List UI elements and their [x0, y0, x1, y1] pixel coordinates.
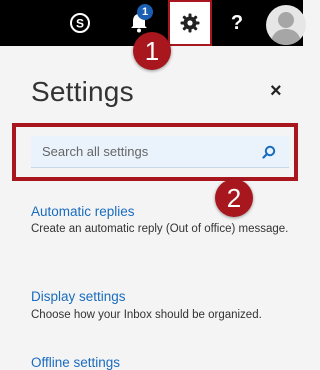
page-title: Settings	[31, 76, 134, 107]
skype-button[interactable]: S	[64, 0, 96, 46]
close-icon[interactable]: ×	[270, 80, 282, 103]
help-button[interactable]: ?	[222, 0, 252, 46]
search-input[interactable]: Search all settings	[31, 136, 289, 168]
settings-link-automatic-replies[interactable]: Automatic replies	[31, 204, 135, 219]
skype-icon: S	[70, 13, 90, 33]
settings-description-display-settings: Choose how your Inbox should be organize…	[31, 309, 262, 321]
gear-highlight-frame	[168, 0, 212, 46]
avatar[interactable]	[266, 5, 306, 45]
settings-link-offline-settings[interactable]: Offline settings	[31, 355, 120, 370]
help-icon: ?	[230, 11, 244, 34]
step-marker-1: 1	[133, 32, 171, 70]
settings-link-display-settings[interactable]: Display settings	[31, 289, 126, 304]
user-silhouette-icon	[270, 12, 302, 45]
search-icon[interactable]	[259, 145, 279, 159]
notification-badge: 1	[137, 4, 153, 20]
svg-text:S: S	[76, 17, 84, 31]
settings-description-automatic-replies: Create an automatic reply (Out of office…	[31, 223, 289, 235]
search-placeholder: Search all settings	[42, 144, 149, 159]
step-marker-2: 2	[215, 179, 253, 217]
